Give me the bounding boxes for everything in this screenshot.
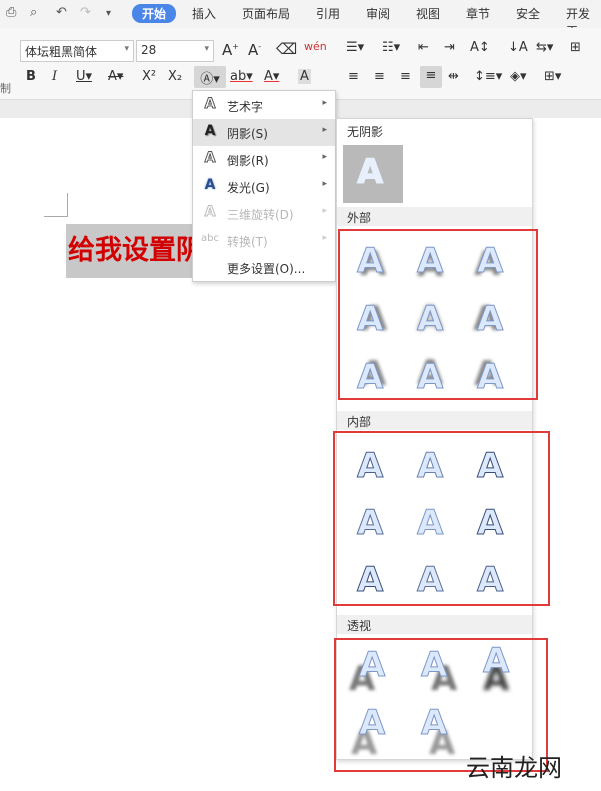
sample-letter: A xyxy=(356,152,384,193)
align-center-icon[interactable]: ≡ xyxy=(374,69,385,84)
section-no-shadow-heading: 无阴影 xyxy=(337,121,532,140)
menu-tab-bar: ⎙ ⌕ ↶ ↷ ▾ 开始 插入 页面布局 引用 审阅 视图 章节 安全 开发工 xyxy=(0,0,601,38)
menu-item-label: 三维旋转(D) xyxy=(227,208,294,222)
tab-references[interactable]: 引用 xyxy=(316,5,340,22)
tab-home[interactable]: 开始 xyxy=(132,4,177,23)
section-inner-heading: 内部 xyxy=(337,411,532,430)
tab-view[interactable]: 视图 xyxy=(416,5,440,22)
show-marks-icon[interactable]: ⇆▾ xyxy=(536,40,553,55)
outer-highlight-box xyxy=(338,229,538,400)
distributed-icon[interactable]: ⇹ xyxy=(448,69,459,84)
menu-item-label: 转换(T) xyxy=(227,235,268,249)
pinyin-guide-icon[interactable]: wén xyxy=(304,40,327,53)
menu-item-label: 艺术字 xyxy=(227,100,264,114)
redo-icon[interactable]: ↷ xyxy=(80,5,91,20)
section-outer-heading: 外部 xyxy=(337,207,532,226)
font-color-icon[interactable]: A▾ xyxy=(264,69,279,84)
chevron-right-icon: ▸ xyxy=(322,179,327,189)
highlight-color-icon[interactable]: ab▾ xyxy=(230,69,253,84)
chevron-right-icon: ▸ xyxy=(322,125,327,135)
chevron-down-icon: ▾ xyxy=(124,44,129,54)
watermark-text: 云南龙网 xyxy=(466,754,562,782)
strikethrough-icon[interactable]: A▾ xyxy=(108,69,123,84)
chevron-right-icon: ▸ xyxy=(322,98,327,108)
italic-icon[interactable]: I xyxy=(52,69,57,84)
selected-document-text[interactable]: 给我设置阴影 xyxy=(66,224,196,278)
tab-insert[interactable]: 插入 xyxy=(192,5,216,22)
text-direction-icon[interactable]: A↕ xyxy=(470,40,490,55)
tab-review[interactable]: 审阅 xyxy=(366,5,390,22)
text-effect-menu: A 艺术字 ▸ A 阴影(S) ▸ A 倒影(R) ▸ A 发光(G) ▸ A … xyxy=(192,90,336,282)
superscript-icon[interactable]: X² xyxy=(142,69,156,84)
section-perspective-heading: 透视 xyxy=(337,615,532,634)
text-outline-icon: A xyxy=(204,96,216,113)
tab-security[interactable]: 安全 xyxy=(516,5,540,22)
menu-item-label: 发光(G) xyxy=(227,181,270,195)
chevron-right-icon: ▸ xyxy=(322,206,327,216)
chevron-down-icon: ▾ xyxy=(204,44,209,54)
reflection-icon: A xyxy=(204,150,216,167)
shading-icon[interactable]: ◈▾ xyxy=(510,69,527,84)
menu-item-3d-rotation[interactable]: A 三维旋转(D) ▸ xyxy=(193,200,335,227)
menu-item-label: 倒影(R) xyxy=(227,154,269,168)
tab-page-layout[interactable]: 页面布局 xyxy=(242,5,290,22)
menu-item-reflection[interactable]: A 倒影(R) ▸ xyxy=(193,146,335,173)
undo-icon[interactable]: ↶ xyxy=(56,5,67,20)
clear-format-icon[interactable]: ⌫ xyxy=(276,40,297,58)
no-shadow-option[interactable]: A xyxy=(343,145,403,203)
menu-item-label: 更多设置(O)... xyxy=(227,262,306,276)
chevron-right-icon: ▸ xyxy=(322,233,327,243)
print-preview-icon[interactable]: ⌕ xyxy=(30,5,37,20)
sort-icon[interactable]: ↓A xyxy=(508,40,528,55)
font-size-select[interactable]: 28 ▾ xyxy=(136,40,214,62)
tab-chapter[interactable]: 章节 xyxy=(466,5,490,22)
subscript-icon[interactable]: X₂ xyxy=(168,69,182,84)
justify-icon[interactable]: ≡ xyxy=(420,66,442,88)
margin-mark xyxy=(44,216,68,217)
font-name-value: 体坛粗黑简体 xyxy=(25,45,98,59)
shadow-icon: A xyxy=(204,123,216,139)
table-icon[interactable]: ⊞ xyxy=(570,40,581,55)
inner-highlight-box xyxy=(333,431,550,606)
margin-mark xyxy=(67,193,68,217)
bullets-icon[interactable]: ☰▾ xyxy=(346,40,364,55)
align-right-icon[interactable]: ≡ xyxy=(400,69,411,84)
text-effect-button[interactable]: Ⓐ▾ xyxy=(194,66,226,88)
menu-item-transform[interactable]: abc 转换(T) ▸ xyxy=(193,227,335,254)
decrease-font-icon[interactable]: A- xyxy=(248,41,261,59)
glow-icon: A xyxy=(204,177,216,193)
menu-item-word-art[interactable]: A 艺术字 ▸ xyxy=(193,92,335,119)
align-left-icon[interactable]: ≡ xyxy=(348,69,359,84)
borders-icon[interactable]: ⊞▾ xyxy=(544,69,561,84)
menu-item-label: 阴影(S) xyxy=(227,127,268,141)
menu-item-more-settings[interactable]: 更多设置(O)... xyxy=(193,254,335,281)
character-shading-icon[interactable]: A xyxy=(298,69,311,84)
bold-icon[interactable]: B xyxy=(26,69,36,84)
line-spacing-icon[interactable]: ↕≡▾ xyxy=(474,69,502,84)
menu-item-shadow[interactable]: A 阴影(S) ▸ xyxy=(193,119,335,146)
increase-font-icon[interactable]: A+ xyxy=(222,41,239,59)
font-size-value: 28 xyxy=(141,43,157,57)
menu-item-glow[interactable]: A 发光(G) ▸ xyxy=(193,173,335,200)
3d-rotation-icon: A xyxy=(204,204,216,221)
decrease-indent-icon[interactable]: ⇤ xyxy=(418,40,429,55)
increase-indent-icon[interactable]: ⇥ xyxy=(444,40,455,55)
chevron-right-icon: ▸ xyxy=(322,152,327,162)
font-name-select[interactable]: 体坛粗黑简体 ▾ xyxy=(20,40,134,62)
quick-access-dropdown-icon[interactable]: ▾ xyxy=(106,8,111,19)
transform-icon: abc xyxy=(201,233,219,244)
numbering-icon[interactable]: ☷▾ xyxy=(382,40,400,55)
underline-icon[interactable]: U▾ xyxy=(76,69,92,84)
format-painter-label: 制 xyxy=(0,82,11,95)
print-icon[interactable]: ⎙ xyxy=(6,5,16,20)
